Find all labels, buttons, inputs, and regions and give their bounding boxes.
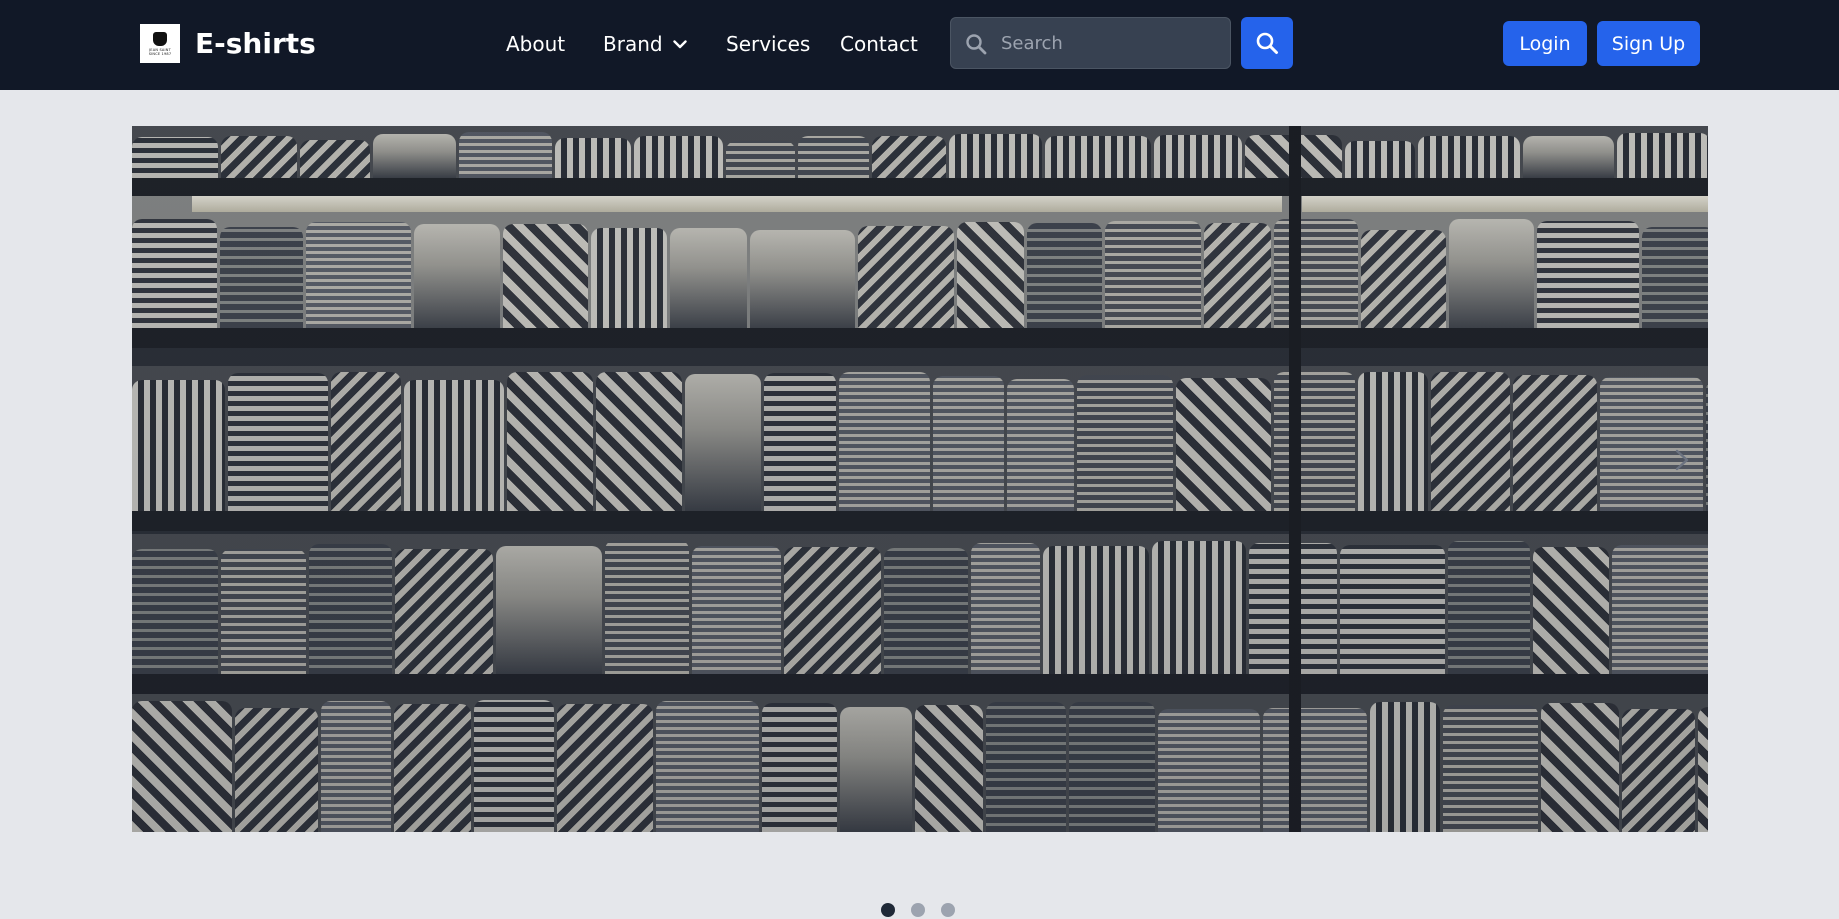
- brand-logo[interactable]: JEAN SAINT SINCE 1987: [140, 24, 180, 63]
- search-input[interactable]: [1001, 18, 1226, 68]
- logo-text-line-2: SINCE 1987: [148, 51, 172, 56]
- nav-about[interactable]: About: [506, 31, 565, 57]
- nav-services[interactable]: Services: [726, 31, 810, 57]
- photo-tint: [132, 126, 1708, 832]
- search-icon: [1256, 32, 1278, 54]
- carousel-dot-2[interactable]: [911, 903, 925, 917]
- nav-brand-label: Brand: [603, 32, 663, 56]
- carousel-dot-1[interactable]: [881, 903, 895, 917]
- chevron-down-icon: [672, 39, 687, 48]
- search-field[interactable]: [950, 17, 1231, 69]
- top-navbar: JEAN SAINT SINCE 1987 E-shirts About Bra…: [0, 0, 1839, 90]
- carousel-dot-3[interactable]: [941, 903, 955, 917]
- chevron-right-icon: [1675, 449, 1689, 471]
- nav-brand-dropdown[interactable]: Brand: [603, 31, 687, 57]
- search-button[interactable]: [1241, 17, 1293, 69]
- signup-button[interactable]: Sign Up: [1597, 21, 1700, 66]
- lion-logo-icon: [153, 31, 167, 46]
- carousel-next-button[interactable]: [1666, 444, 1698, 476]
- hero-carousel: [132, 126, 1708, 832]
- carousel-indicators: [881, 903, 955, 917]
- search-icon: [966, 34, 987, 55]
- brand-name[interactable]: E-shirts: [195, 25, 316, 63]
- login-button[interactable]: Login: [1503, 21, 1587, 66]
- nav-contact[interactable]: Contact: [840, 31, 918, 57]
